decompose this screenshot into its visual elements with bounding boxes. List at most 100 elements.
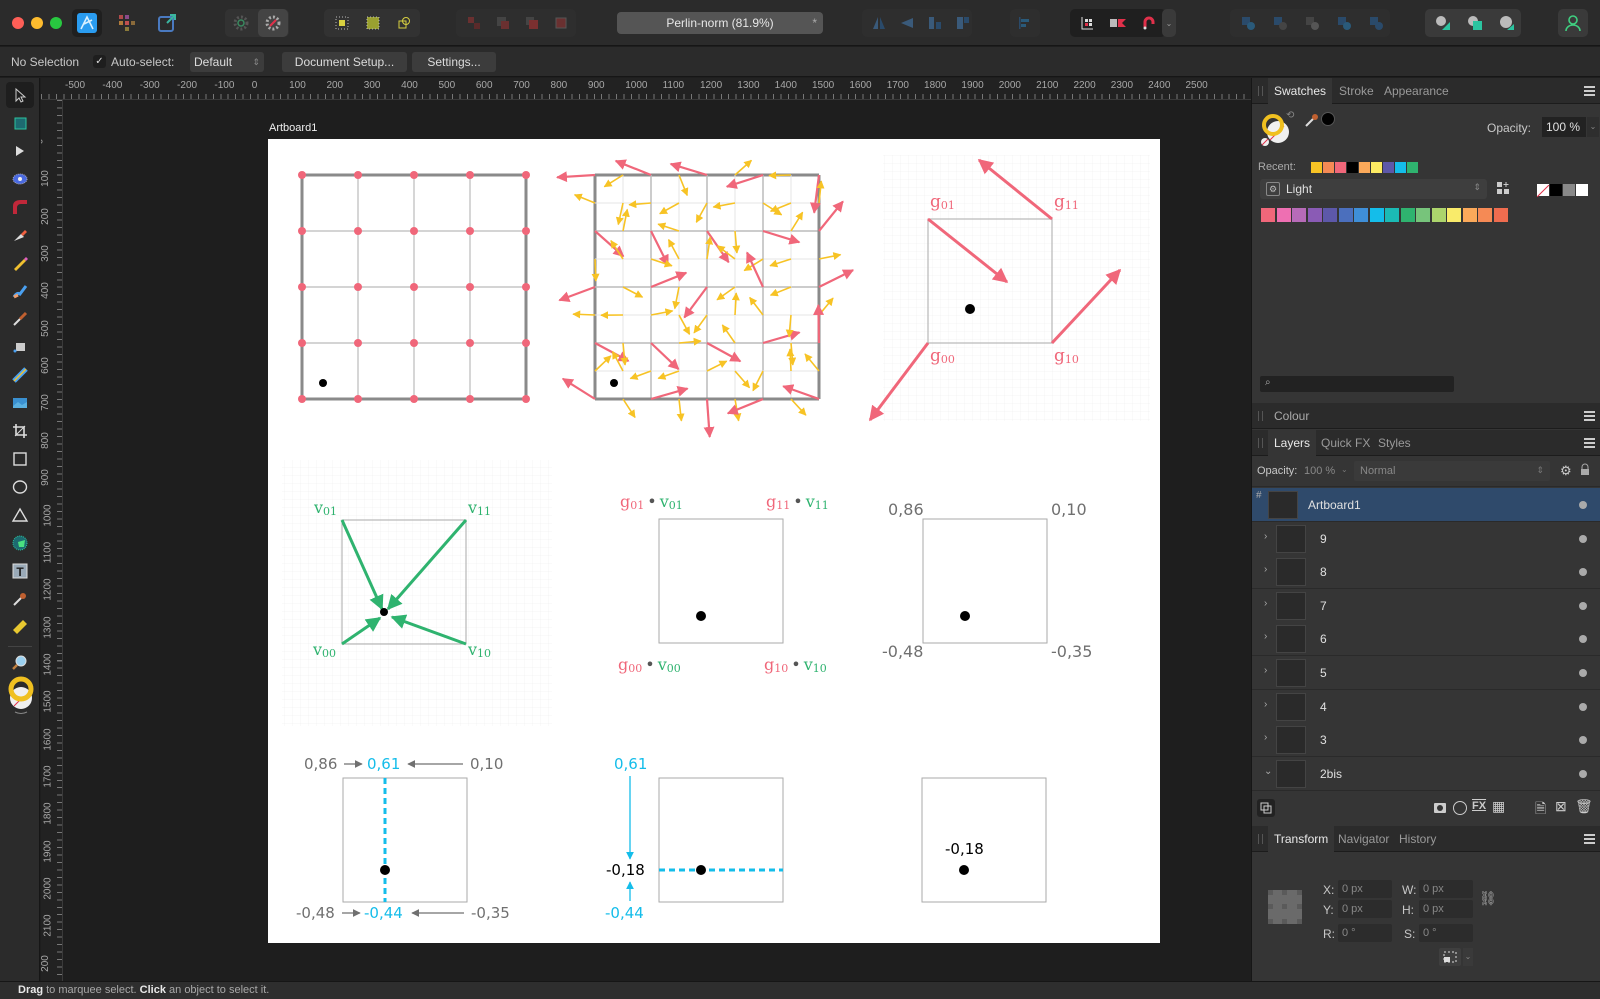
swatch-black[interactable]	[1550, 184, 1562, 196]
snap-grid-button[interactable]	[1072, 9, 1102, 37]
panel-menu-icon[interactable]	[1584, 411, 1595, 421]
fill-tool[interactable]	[6, 334, 34, 360]
swatch-none[interactable]	[1536, 184, 1550, 198]
trash-icon[interactable]: 🗑	[1575, 798, 1593, 815]
geometry-intersect-button[interactable]	[1492, 9, 1522, 37]
recent-swatch[interactable]	[1323, 162, 1334, 173]
minimize-window-button[interactable]	[31, 17, 43, 29]
snapping-settings-button[interactable]	[258, 9, 288, 37]
artboard-icon[interactable]: #	[1256, 490, 1262, 501]
boolean-subtract-button[interactable]	[1265, 9, 1295, 37]
layer-row[interactable]: › 3	[1252, 723, 1600, 758]
color-picker-tool[interactable]	[6, 586, 34, 612]
triangle-tool[interactable]	[6, 502, 34, 528]
place-image-tool[interactable]	[6, 390, 34, 416]
palette-swatch[interactable]	[1276, 208, 1291, 222]
mesh-warp-button[interactable]: ▦	[1492, 798, 1505, 815]
select-same-button[interactable]	[389, 9, 419, 37]
move-to-front-button[interactable]	[546, 9, 576, 37]
palette-swatch[interactable]	[1447, 208, 1461, 222]
panel-grip[interactable]	[1258, 438, 1263, 448]
text-tool[interactable]: T	[6, 558, 34, 584]
visibility-toggle[interactable]	[1579, 702, 1587, 711]
fx-button[interactable]: FX	[1472, 800, 1486, 812]
corner-tool[interactable]	[6, 194, 34, 220]
panel-menu-icon[interactable]	[1584, 86, 1595, 96]
chevron-right-icon[interactable]: ›	[1264, 732, 1267, 743]
width-field[interactable]: 0 px	[1419, 880, 1473, 898]
maximize-window-button[interactable]	[50, 17, 62, 29]
account-button[interactable]	[1558, 9, 1588, 37]
boolean-add-button[interactable]	[1233, 9, 1263, 37]
palette-dropdown[interactable]: ⚙ Light ⇕	[1260, 179, 1487, 199]
panel-menu-icon[interactable]	[1584, 834, 1595, 844]
measure-tool[interactable]	[6, 614, 34, 640]
palette-swatch[interactable]	[1354, 208, 1368, 222]
arrange-layers-button[interactable]	[1257, 799, 1275, 817]
recent-swatch[interactable]	[1347, 162, 1358, 173]
artboard[interactable]: g01 g11 g00 g10 v01 v11 v00 v10 g01 • v0…	[268, 139, 1160, 943]
height-field[interactable]: 0 px	[1419, 900, 1473, 918]
pencil-tool[interactable]	[6, 250, 34, 276]
snap-toggle-button[interactable]	[1103, 9, 1133, 37]
geometry-subtract-button[interactable]	[1460, 9, 1490, 37]
tab-styles[interactable]: Styles	[1372, 430, 1417, 456]
visibility-toggle[interactable]	[1579, 534, 1587, 543]
rotate-right-button[interactable]	[948, 9, 978, 37]
rotate-left-button[interactable]	[920, 9, 950, 37]
chevron-down-icon[interactable]: ⌄	[1463, 948, 1473, 966]
tab-colour[interactable]: Colour	[1268, 403, 1315, 429]
ellipse-tool[interactable]	[6, 474, 34, 500]
chevron-right-icon[interactable]: ›	[1264, 665, 1267, 676]
assistant-button[interactable]	[226, 9, 256, 37]
horizontal-ruler[interactable]: -500 -400 -300 -200 -100 0 100 200 300 400 500 600 7…	[41, 78, 1251, 100]
visibility-toggle[interactable]	[1579, 769, 1587, 778]
transparency-tool[interactable]	[6, 362, 34, 388]
layer-row[interactable]: › 6	[1252, 622, 1600, 657]
shear-field[interactable]: 0 °	[1419, 924, 1473, 942]
tab-navigator[interactable]: Navigator	[1332, 826, 1395, 852]
node-tool[interactable]	[6, 138, 34, 164]
visibility-toggle[interactable]	[1579, 568, 1587, 577]
boolean-intersect-button[interactable]	[1297, 9, 1327, 37]
palette-swatch[interactable]	[1261, 208, 1275, 222]
auto-select-dropdown[interactable]: Default ⇕	[190, 52, 264, 72]
flip-horizontal-button[interactable]	[864, 9, 894, 37]
rotation-field[interactable]: 0 °	[1338, 924, 1392, 942]
zoom-tool[interactable]	[6, 650, 34, 676]
recent-swatch[interactable]	[1311, 162, 1322, 173]
chevron-right-icon[interactable]: ›	[1264, 564, 1267, 575]
tab-quick-fx[interactable]: Quick FX	[1315, 430, 1376, 456]
x-field[interactable]: 0 px	[1338, 880, 1392, 898]
boolean-divide-button[interactable]	[1361, 9, 1391, 37]
blend-mode-dropdown[interactable]: Normal ⇕	[1354, 461, 1550, 481]
palette-swatch[interactable]	[1478, 208, 1492, 222]
palette-swatch[interactable]	[1369, 208, 1384, 222]
export-persona-button[interactable]	[152, 9, 182, 37]
document-tab[interactable]: Perlin-norm (81.9%) *	[617, 12, 823, 34]
layer-row[interactable]: › 5	[1252, 656, 1600, 690]
swap-colors-icon[interactable]: ⟲	[1286, 110, 1294, 121]
recent-swatch[interactable]	[1371, 162, 1382, 173]
layer-row[interactable]: › 4	[1252, 689, 1600, 724]
palette-swatch[interactable]	[1385, 208, 1399, 222]
layer-row[interactable]: › 8	[1252, 555, 1600, 590]
palette-swatch[interactable]	[1400, 208, 1415, 222]
adjustment-layer-button[interactable]	[1453, 801, 1467, 815]
fill-stroke-selector[interactable]	[6, 676, 36, 716]
visibility-toggle[interactable]	[1579, 501, 1587, 509]
rectangle-tool[interactable]	[6, 446, 34, 472]
layer-row-artboard[interactable]: # Artboard1	[1252, 488, 1600, 522]
layer-row[interactable]: › 9	[1252, 521, 1600, 556]
mask-layer-button[interactable]	[1434, 803, 1446, 813]
designer-persona-button[interactable]	[72, 9, 102, 37]
align-button[interactable]	[1010, 9, 1040, 37]
palette-swatch[interactable]	[1493, 208, 1508, 222]
vertical-ruler[interactable]: 0 100 200 300 400 500 600 700 800 900 1000 1100 1200…	[41, 100, 63, 981]
recent-swatch[interactable]	[1407, 162, 1418, 173]
lock-icon[interactable]	[1580, 463, 1589, 475]
tab-history[interactable]: History	[1393, 826, 1442, 852]
chevron-right-icon[interactable]: ›	[1264, 699, 1267, 710]
crop-tool[interactable]	[6, 418, 34, 444]
palette-swatch[interactable]	[1307, 208, 1322, 222]
